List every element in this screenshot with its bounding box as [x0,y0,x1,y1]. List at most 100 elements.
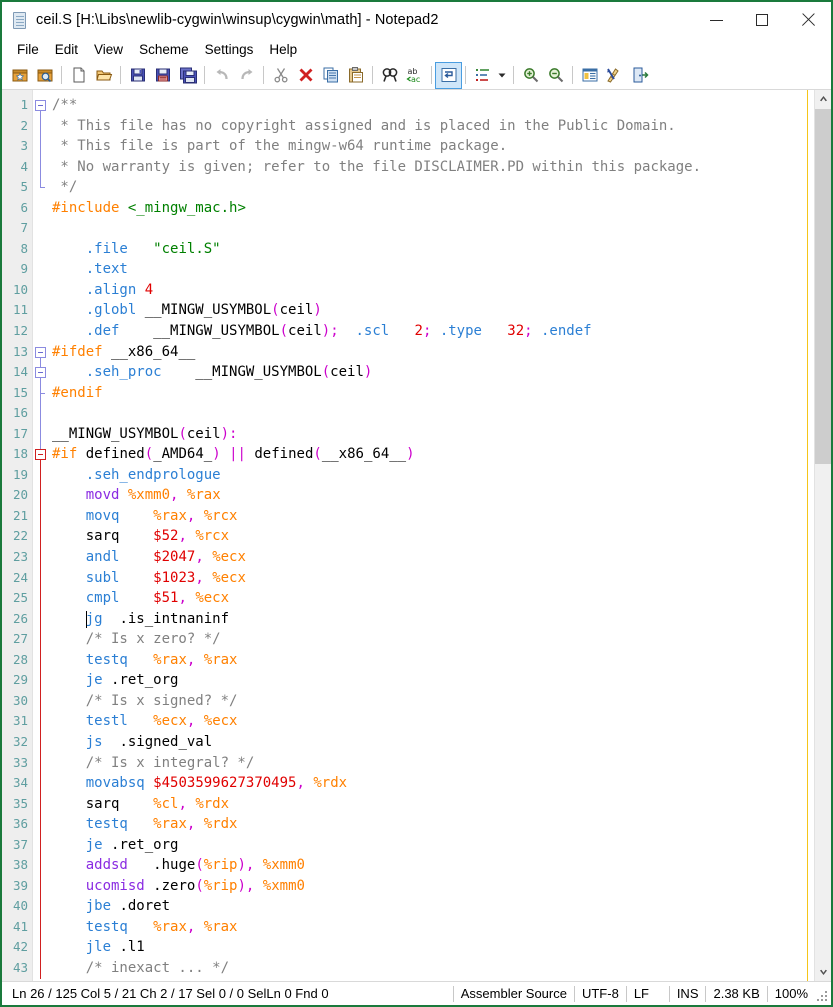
line-number-gutter[interactable]: 1 2 3 4 5 6 7 8 9 10 11 12 13 14 15 16 17 18 19 20 21 22 23 24 2… [2,90,33,981]
menu-settings[interactable]: Settings [197,40,262,59]
fold-marker-row[interactable] [33,526,49,548]
code-line[interactable]: jbe .doret [52,896,814,917]
status-insert-mode[interactable]: INS [670,983,706,1005]
delete-icon[interactable] [293,63,318,88]
code-line[interactable]: js .signed_val [52,732,814,753]
fold-marker-row[interactable] [33,834,49,856]
replace-icon[interactable]: ab ac [402,63,427,88]
fold-marker-row[interactable] [33,711,49,732]
menu-edit[interactable]: Edit [47,40,86,59]
code-line[interactable]: je .ret_org [52,835,814,856]
fold-marker-row[interactable] [33,300,49,321]
code-line[interactable]: .text [52,259,814,280]
status-scheme[interactable]: Assembler Source [454,983,574,1005]
fold-marker-row[interactable] [33,444,49,466]
zoom-in-icon[interactable] [518,63,543,88]
code-line[interactable]: /** [52,95,814,116]
fold-marker-row[interactable] [33,855,49,876]
fold-marker-row[interactable] [33,505,49,527]
code-line[interactable]: /* Is x integral? */ [52,753,814,774]
maximize-button[interactable] [739,3,785,37]
code-line[interactable]: #ifdef __x86_64__ [52,342,814,363]
resize-grip[interactable] [815,987,829,1001]
fold-marker-row[interactable] [33,773,49,794]
code-line[interactable]: testl %ecx, %ecx [52,711,814,732]
chevron-down-icon[interactable] [495,63,509,88]
fold-marker-row[interactable] [33,957,49,979]
menu-scheme[interactable]: Scheme [131,40,197,59]
fold-marker-row[interactable] [33,362,49,384]
exit-icon[interactable] [627,63,652,88]
menu-view[interactable]: View [86,40,131,59]
open-recent-icon[interactable] [32,63,57,88]
fold-marker-row[interactable] [33,342,49,363]
fold-marker-row[interactable] [33,485,49,506]
scheme-options-icon[interactable] [577,63,602,88]
code-line[interactable]: .def __MINGW_USYMBOL(ceil); .scl 2; .typ… [52,321,814,342]
find-icon[interactable] [377,63,402,88]
code-line[interactable]: movq %rax, %rcx [52,506,814,527]
scroll-up-button[interactable] [815,90,831,107]
code-line[interactable]: testq %rax, %rax [52,650,814,671]
fold-marker-row[interactable] [33,423,49,445]
code-line[interactable]: movabsq $4503599627370495, %rdx [52,773,814,794]
fold-marker-row[interactable] [33,136,49,157]
fold-marker-row[interactable] [33,649,49,671]
code-line[interactable]: jle .l1 [52,937,814,958]
fold-marker-row[interactable] [33,608,49,630]
code-line[interactable]: .seh_endprologue [52,465,814,486]
fold-marker-row[interactable] [33,198,49,219]
fold-marker-row[interactable] [33,177,49,198]
fold-marker-row[interactable] [33,259,49,280]
code-line[interactable]: sarq %cl, %rdx [52,794,814,815]
code-line[interactable]: .file "ceil.S" [52,239,814,260]
scroll-down-button[interactable] [815,964,831,981]
code-line[interactable]: .align 4 [52,280,814,301]
save-as-icon[interactable] [150,63,175,88]
fold-marker-row[interactable] [33,814,49,835]
fold-marker-row[interactable] [33,937,49,958]
code-line[interactable]: */ [52,177,814,198]
status-zoom[interactable]: 100% [768,983,815,1005]
close-button[interactable] [785,3,831,37]
code-line[interactable]: /* inexact ... */ [52,958,814,979]
fold-marker-row[interactable] [33,156,49,178]
fold-marker-row[interactable] [33,670,49,691]
fold-margin[interactable] [33,90,49,981]
fold-marker-row[interactable] [33,588,49,609]
code-line[interactable]: * This file is part of the mingw-w64 run… [52,136,814,157]
paste-icon[interactable] [343,63,368,88]
code-line[interactable] [52,403,814,424]
fold-marker-row[interactable] [33,547,49,568]
code-line[interactable]: je .ret_org [52,670,814,691]
code-line[interactable]: * No warranty is given; refer to the fil… [52,157,814,178]
code-line[interactable]: cmpl $51, %ecx [52,588,814,609]
code-line[interactable]: /* Is x signed? */ [52,691,814,712]
fold-marker-row[interactable] [33,403,49,424]
fold-marker-row[interactable] [33,567,49,589]
fold-marker-row[interactable] [33,752,49,774]
menu-help[interactable]: Help [261,40,305,59]
fold-marker-row[interactable] [33,875,49,897]
settings-ruler-icon[interactable] [602,63,627,88]
zoom-out-icon[interactable] [543,63,568,88]
fold-marker-row[interactable] [33,280,49,301]
status-eol[interactable]: LF [627,983,669,1005]
cut-icon[interactable] [268,63,293,88]
code-line[interactable]: testq %rax, %rdx [52,814,814,835]
fold-marker-row[interactable] [33,629,49,650]
code-line[interactable]: .globl __MINGW_USYMBOL(ceil) [52,300,814,321]
new-file-icon[interactable] [66,63,91,88]
fold-marker-row[interactable] [33,464,49,486]
code-line[interactable]: sarq $52, %rcx [52,526,814,547]
fold-marker-row[interactable] [33,793,49,815]
fold-marker-row[interactable] [33,896,49,917]
code-line[interactable]: .seh_proc __MINGW_USYMBOL(ceil) [52,362,814,383]
fold-marker-row[interactable] [33,239,49,260]
save-icon[interactable] [125,63,150,88]
code-line[interactable]: andl $2047, %ecx [52,547,814,568]
open-file-icon[interactable] [91,63,116,88]
code-line[interactable]: subl $1023, %ecx [52,568,814,589]
code-text-area[interactable]: /** * This file has no copyright assigne… [49,90,814,981]
fold-marker-row[interactable] [33,731,49,753]
